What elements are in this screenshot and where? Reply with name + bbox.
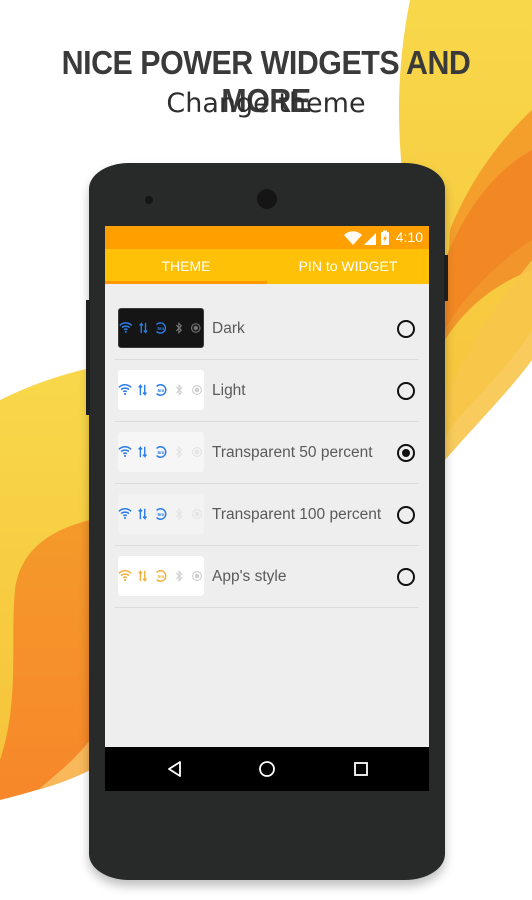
location-icon (192, 447, 202, 457)
timeout-icon: 5m (156, 384, 167, 396)
back-icon[interactable] (165, 759, 185, 779)
volume-button (86, 300, 90, 415)
data-sync-icon (138, 383, 147, 397)
bluetooth-icon (175, 383, 183, 397)
theme-label: Transparent 50 percent (212, 444, 373, 461)
data-sync-icon (138, 322, 148, 334)
theme-label: Dark (212, 320, 245, 337)
status-time: 4:10 (395, 229, 423, 245)
bluetooth-icon (175, 445, 183, 459)
data-sync-icon (138, 445, 147, 459)
theme-radio[interactable] (397, 444, 415, 462)
wifi-icon (118, 569, 132, 581)
status-icons (344, 230, 389, 245)
status-bar: 4:10 (105, 226, 429, 249)
theme-list: 5m Dark 5m Light 5m Transparent 50 perce… (115, 298, 419, 608)
timeout-icon: 5m (156, 322, 167, 334)
location-icon (192, 509, 202, 519)
location-icon (191, 323, 201, 333)
app-screen: 4:10 THEME PIN to WIDGET 5m Dark 5m Ligh… (105, 226, 429, 790)
theme-row-transparent-50[interactable]: 5m Transparent 50 percent (115, 422, 419, 484)
theme-radio[interactable] (397, 568, 415, 586)
timeout-icon: 5m (156, 570, 167, 582)
tab-indicator (105, 281, 267, 284)
theme-radio[interactable] (397, 382, 415, 400)
data-sync-icon (138, 507, 147, 521)
timeout-icon: 5m (156, 508, 167, 520)
theme-label: Transparent 100 percent (212, 506, 382, 523)
theme-preview: 5m (118, 432, 204, 472)
promo-subheadline: Change theme (166, 88, 366, 119)
theme-preview: 5m (118, 556, 204, 596)
theme-preview: 5m (118, 370, 204, 410)
theme-preview: 5m (118, 494, 204, 534)
bluetooth-icon (175, 569, 183, 583)
theme-radio[interactable] (397, 506, 415, 524)
wifi-icon (118, 383, 132, 395)
theme-row-dark[interactable]: 5m Dark (115, 298, 419, 360)
theme-row-apps-style[interactable]: 5m App's style (115, 546, 419, 608)
tab-pin-to-widget[interactable]: PIN to WIDGET (267, 249, 429, 284)
svg-text:5m: 5m (158, 326, 165, 331)
battery-charging-icon (381, 230, 389, 245)
svg-text:5m: 5m (158, 388, 165, 394)
theme-label: App's style (212, 568, 287, 585)
svg-text:5m: 5m (158, 450, 165, 456)
timeout-icon: 5m (156, 446, 167, 458)
wifi-icon (118, 445, 132, 457)
location-icon (192, 571, 202, 581)
theme-radio[interactable] (397, 320, 415, 338)
theme-row-transparent-100[interactable]: 5m Transparent 100 percent (115, 484, 419, 546)
tab-bar: THEME PIN to WIDGET (105, 249, 429, 284)
signal-icon (364, 233, 376, 245)
svg-text:5m: 5m (158, 512, 165, 518)
svg-text:5m: 5m (158, 574, 165, 580)
tab-theme[interactable]: THEME (105, 249, 267, 284)
home-icon[interactable] (257, 759, 277, 779)
recents-icon[interactable] (351, 759, 371, 779)
data-sync-icon (138, 569, 147, 583)
wifi-icon (119, 322, 133, 333)
navigation-bar (105, 747, 429, 791)
front-camera (257, 189, 277, 209)
phone-sensor (145, 196, 153, 204)
theme-label: Light (212, 382, 246, 399)
theme-row-light[interactable]: 5m Light (115, 360, 419, 422)
location-icon (192, 385, 202, 395)
wifi-icon (344, 231, 362, 245)
power-button (444, 255, 448, 301)
theme-preview: 5m (118, 308, 204, 348)
wifi-icon (118, 507, 132, 519)
bluetooth-icon (175, 507, 183, 521)
bluetooth-icon (175, 321, 182, 335)
